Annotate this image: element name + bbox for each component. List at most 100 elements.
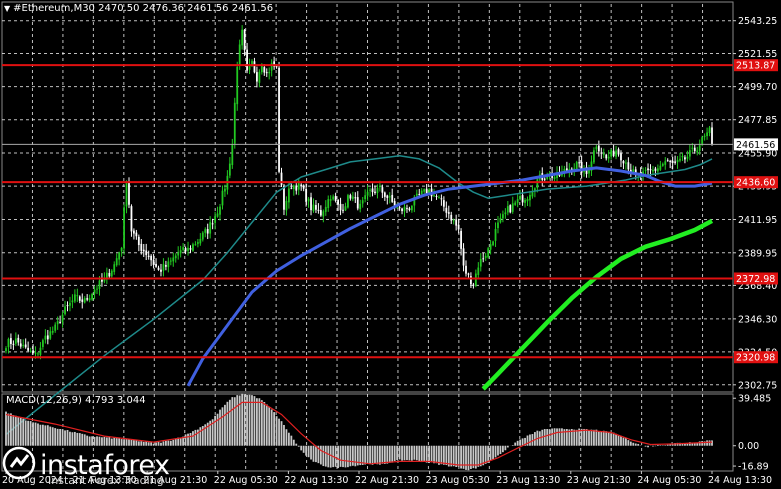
candle-body	[204, 229, 207, 233]
candle-body	[654, 168, 657, 171]
candle-body	[494, 229, 497, 241]
candle-body	[708, 127, 711, 134]
candle-body	[644, 169, 647, 171]
candle-body	[386, 195, 389, 198]
candle-body	[76, 295, 79, 297]
candle-body	[41, 340, 44, 347]
candle-body	[29, 350, 32, 352]
candle-body	[236, 66, 239, 105]
price-tick-label: 2521.55	[738, 49, 777, 60]
price-tick-label: 2499.70	[738, 82, 777, 93]
candle-body	[575, 162, 578, 170]
candle-body	[140, 243, 143, 251]
candle-body	[54, 324, 57, 331]
candle-body	[51, 330, 54, 333]
candle-body	[216, 213, 219, 217]
candle-body	[334, 196, 337, 201]
candle-body	[133, 230, 135, 234]
candle-body	[319, 210, 322, 216]
candle-body	[398, 207, 401, 209]
candle-body	[260, 65, 263, 73]
level-label: 2513.87	[736, 61, 775, 72]
candle-body	[344, 206, 347, 211]
candle-body	[676, 159, 679, 163]
candle-body	[243, 29, 246, 51]
candle-body	[423, 189, 426, 192]
candle-body	[206, 228, 209, 234]
candle-body	[376, 187, 379, 193]
candle-body	[256, 72, 258, 82]
candle-body	[627, 162, 630, 170]
candle-body	[17, 337, 20, 343]
candle-body	[674, 161, 677, 163]
candle-body	[435, 195, 438, 197]
candle-body	[669, 160, 672, 162]
candle-body	[625, 162, 627, 164]
level-label: 2320.98	[736, 353, 775, 364]
candle-body	[201, 232, 204, 240]
candle-body	[524, 200, 526, 203]
candle-body	[300, 184, 303, 187]
candle-body	[312, 204, 315, 212]
candle-body	[521, 195, 524, 203]
candle-body	[155, 263, 157, 267]
time-tick-label: 23 Aug 13:30	[496, 475, 560, 486]
candle-body	[438, 197, 440, 199]
candle-body	[656, 168, 659, 172]
candle-body	[295, 185, 298, 191]
candle-body	[593, 150, 595, 163]
candle-body	[265, 72, 268, 74]
candle-body	[455, 219, 458, 226]
candle-body	[120, 247, 123, 252]
candle-body	[69, 302, 71, 306]
candle-body	[221, 190, 224, 206]
current-price-label: 2461.56	[736, 140, 775, 151]
candle-body	[482, 258, 485, 260]
candle-body	[253, 61, 256, 73]
candle-body	[706, 132, 708, 137]
candle-body	[679, 158, 681, 161]
instaforex-logo-icon	[2, 446, 36, 480]
candle-body	[199, 238, 202, 244]
candle-body	[71, 300, 74, 303]
macd-tick-label: 39.485	[738, 394, 771, 405]
candle-body	[214, 216, 216, 223]
candle-body	[194, 244, 197, 246]
candle-body	[283, 185, 285, 210]
candle-body	[366, 191, 369, 196]
candle-body	[479, 259, 482, 267]
candle-body	[403, 206, 406, 212]
candle-body	[447, 212, 450, 214]
candle-body	[305, 188, 308, 202]
candle-body	[620, 153, 622, 161]
candle-body	[684, 157, 686, 160]
instaforex-logo: instaforex Instant Forex Trading	[2, 446, 170, 487]
time-tick-label: 24 Aug 13:30	[708, 475, 772, 486]
candle-body	[470, 276, 472, 285]
time-tick-label: 24 Aug 05:30	[637, 475, 701, 486]
candle-body	[329, 199, 332, 201]
candle-body	[440, 198, 443, 200]
candle-body	[418, 193, 421, 195]
candle-body	[401, 208, 403, 212]
candle-body	[388, 196, 391, 198]
ohlc-values: 2470.50 2476.36 2461.56 2461.56	[98, 3, 274, 14]
dropdown-arrow-icon[interactable]: ▼	[4, 4, 10, 13]
candle-body	[184, 248, 187, 252]
candle-body	[543, 178, 546, 180]
macd-tick-label: 0.00	[738, 441, 759, 452]
candle-body	[128, 181, 130, 205]
candle-body	[130, 206, 133, 232]
candle-body	[162, 264, 165, 271]
candle-body	[49, 331, 52, 339]
chart-canvas: 2543.252521.552499.702477.852455.902433.…	[1, 1, 778, 486]
candle-body	[66, 305, 69, 307]
candle-body	[652, 169, 654, 172]
candle-body	[605, 154, 608, 159]
candle-body	[310, 197, 312, 211]
candle-body	[46, 335, 49, 340]
candle-body	[86, 298, 89, 300]
candle-body	[607, 156, 610, 159]
candle-body	[529, 194, 531, 201]
candle-body	[381, 187, 384, 193]
